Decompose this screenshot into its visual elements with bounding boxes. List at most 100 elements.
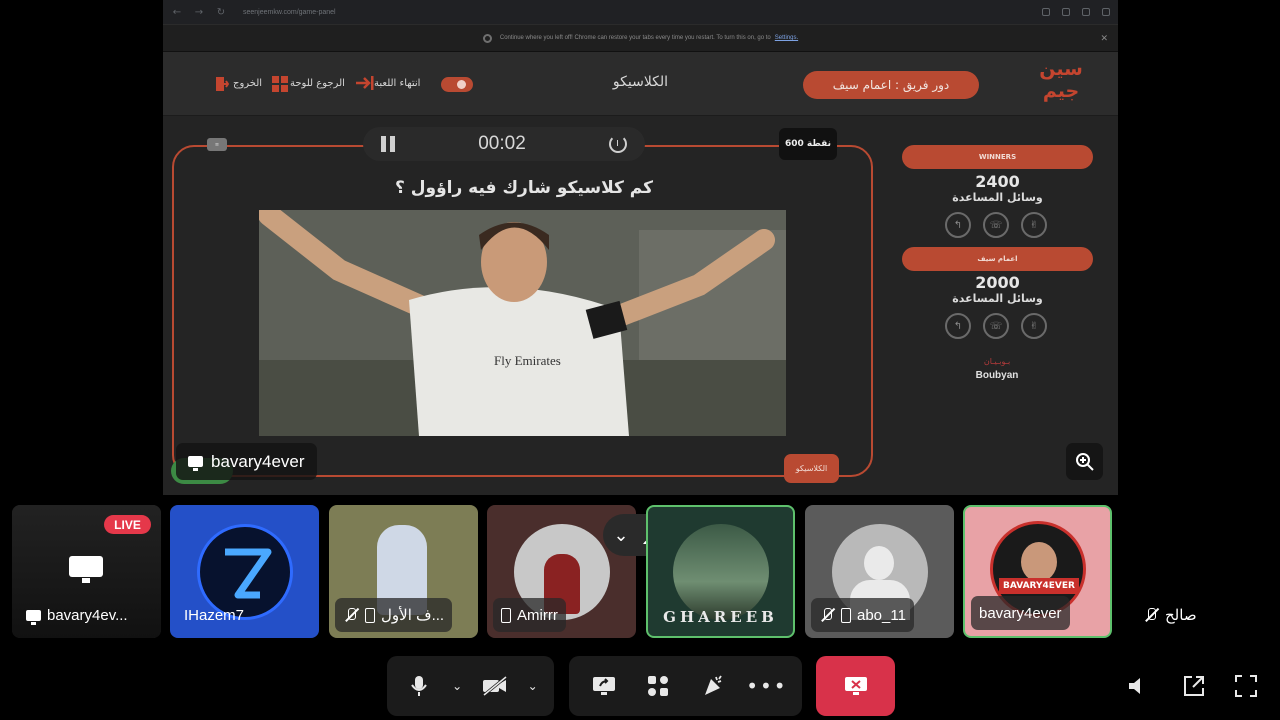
- participant-tile[interactable]: LIVE bavary4ev...: [12, 505, 161, 638]
- participant-name: bavary4ev...: [47, 606, 128, 624]
- hand-icon[interactable]: ✌: [1021, 212, 1047, 238]
- participant-name: abo_11: [857, 606, 906, 624]
- team-2-label: اعمام سيف: [902, 247, 1093, 271]
- fullscreen-icon: [1235, 675, 1257, 697]
- participant-tile[interactable]: IHazem7: [170, 505, 319, 638]
- svg-text:Fly Emirates: Fly Emirates: [494, 353, 561, 368]
- participant-name: صالح: [1165, 607, 1197, 624]
- participant-name: bavary4ever: [979, 604, 1062, 622]
- zoom-in-icon: [1075, 452, 1094, 471]
- mobile-icon: [365, 607, 375, 623]
- participant-tile[interactable]: BAVARY4EVER bavary4ever: [963, 505, 1112, 638]
- team-2-lifelines-label: وسائل المساعدة: [952, 292, 1043, 305]
- screen-share-icon: [69, 556, 103, 583]
- question-text: كم كلاسيكو شارك فيه راؤول ؟: [394, 178, 653, 198]
- popout-icon: [1184, 676, 1204, 696]
- fullscreen-button[interactable]: [1232, 672, 1260, 700]
- chevron-down-icon[interactable]: ⌄: [524, 666, 542, 706]
- participant-tile[interactable]: صالح: [1121, 505, 1270, 638]
- end-game-toggle[interactable]: [441, 77, 473, 92]
- share-screen-button[interactable]: [584, 666, 624, 706]
- game-header: الخروج الرجوع للوحة انتهاء اللعبة الكلاس…: [163, 52, 1118, 116]
- participant-name: ف الأول...: [381, 607, 445, 624]
- mic-muted-icon: [819, 607, 835, 623]
- arrow-exit-icon: [356, 76, 374, 90]
- question-image: Fly Emirates: [259, 210, 786, 436]
- more-icon: •••: [746, 674, 788, 698]
- volume-button[interactable]: [1124, 672, 1152, 700]
- exit-label: الخروج: [233, 77, 263, 89]
- participant-name-tag: bavary4ev...: [18, 598, 136, 632]
- game-title: الكلاسيكو: [612, 74, 669, 90]
- chevron-down-icon: ⌄: [613, 524, 629, 546]
- participant-tile[interactable]: abo_11: [805, 505, 954, 638]
- mic-muted-icon: [343, 607, 359, 623]
- soundboard-icon: [704, 675, 722, 695]
- team-2-lifelines: ↰ ☏ ✌: [945, 313, 1047, 339]
- menu-icon[interactable]: [1102, 8, 1110, 16]
- leave-call-button[interactable]: [816, 656, 895, 716]
- participant-tile[interactable]: GHAREEB: [646, 505, 795, 638]
- phone-icon[interactable]: ☏: [983, 313, 1009, 339]
- soundboard-button[interactable]: [693, 666, 733, 706]
- end-game-button[interactable]: انتهاء اللعبة: [356, 76, 420, 90]
- leave-call-icon: [844, 677, 867, 695]
- presenter-name: bavary4ever: [211, 451, 305, 471]
- audio-video-controls: ⌄ ⌄: [387, 656, 554, 716]
- restore-tabs-infobar: Continue where you left off! Chrome can …: [163, 24, 1118, 52]
- bookmark-icon[interactable]: [1062, 8, 1070, 16]
- camera-button[interactable]: [475, 666, 515, 706]
- activity-controls: •••: [569, 656, 802, 716]
- popout-button[interactable]: [1180, 672, 1208, 700]
- participant-name: GHAREEB: [663, 608, 778, 626]
- reset-timer-icon[interactable]: [608, 135, 627, 153]
- team-1-score: 2400: [975, 172, 1020, 191]
- browser-extensions: [1042, 8, 1110, 16]
- participant-name-tag: abo_11: [811, 598, 914, 632]
- browser-toolbar: ← → ↻ seenjeemkw.com/game-panel: [163, 0, 1118, 24]
- more-button[interactable]: •••: [746, 666, 788, 706]
- sponsor-latin: Boubyan: [975, 370, 1019, 381]
- participant-name: IHazem7: [184, 606, 245, 624]
- profile-icon[interactable]: [1082, 8, 1090, 16]
- participant-tile[interactable]: ف الأول...: [329, 505, 478, 638]
- reload-icon[interactable]: ↻: [215, 7, 227, 18]
- activities-button[interactable]: [638, 666, 678, 706]
- activities-icon: [648, 676, 669, 696]
- phone-icon[interactable]: ☏: [983, 212, 1009, 238]
- camera-off-icon: [482, 676, 507, 696]
- category-tag: الكلاسيكو: [784, 454, 839, 483]
- skip-icon[interactable]: ↰: [945, 212, 971, 238]
- zoom-button[interactable]: [1066, 443, 1103, 480]
- skip-icon[interactable]: ↰: [945, 313, 971, 339]
- hand-icon[interactable]: ✌: [1021, 313, 1047, 339]
- team-2-score: 2000: [975, 273, 1020, 292]
- settings-link[interactable]: Settings.: [775, 35, 798, 41]
- extension-icon[interactable]: [1042, 8, 1050, 16]
- chevron-down-icon[interactable]: ⌄: [448, 666, 466, 706]
- microphone-button[interactable]: [399, 666, 439, 706]
- participant-name-tag: Amirrr: [493, 598, 566, 632]
- participant-name-tag: IHazem7: [176, 598, 252, 632]
- end-game-label: انتهاء اللعبة: [374, 77, 421, 89]
- back-to-board-button[interactable]: الرجوع للوحة: [272, 76, 345, 92]
- address-bar[interactable]: seenjeemkw.com/game-panel: [243, 9, 336, 16]
- participant-name: Amirrr: [517, 606, 558, 624]
- pause-icon[interactable]: [381, 136, 395, 152]
- close-icon[interactable]: ✕: [1100, 33, 1108, 44]
- participant-name-tag: bavary4ever: [971, 596, 1070, 630]
- sponsor-arabic: بـوبـيـان: [983, 357, 1011, 366]
- shared-screen: ← → ↻ seenjeemkw.com/game-panel Continue…: [163, 0, 1118, 495]
- mobile-icon: [841, 607, 851, 623]
- mic-muted-icon: [1143, 607, 1159, 623]
- back-to-board-label: الرجوع للوحة: [290, 77, 345, 89]
- forward-icon[interactable]: →: [193, 7, 205, 18]
- exit-button[interactable]: الخروج: [215, 76, 263, 91]
- back-icon[interactable]: ←: [171, 7, 183, 18]
- frame-corner-tag: ≡: [207, 138, 227, 151]
- team-turn-pill: دور فريق : اعمام سيف: [803, 71, 979, 99]
- avatar: [673, 524, 769, 620]
- sponsor-logo: بـوبـيـان Boubyan: [943, 357, 1051, 381]
- restore-message: Continue where you left off! Chrome can …: [499, 35, 771, 41]
- points-badge: 600 نقطة: [779, 128, 837, 160]
